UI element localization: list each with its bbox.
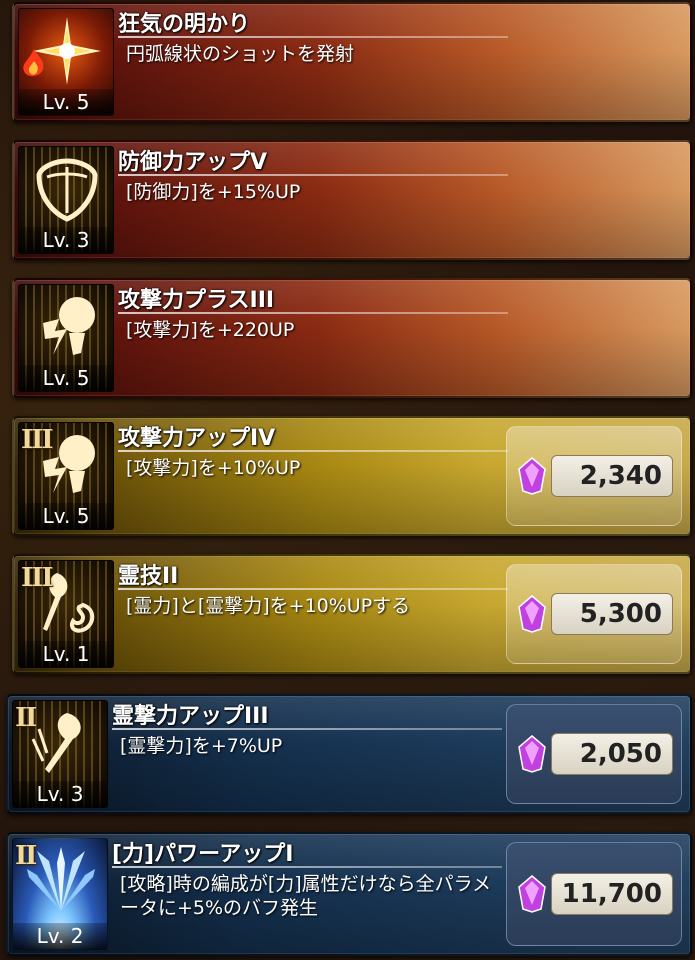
skill-card-0[interactable]: Lv. 5 狂気の明かり 円弧線状のショットを発射 <box>12 2 692 122</box>
skill-description: [霊力]と[霊撃力]を+10%UPする <box>126 595 411 617</box>
shield-icon <box>36 158 98 222</box>
skill-description: [攻撃力]を+220UP <box>126 319 295 341</box>
skill-description: 円弧線状のショットを発射 <box>126 43 355 65</box>
divider <box>118 36 508 38</box>
skill-icon-box: III Lv. 5 <box>18 422 114 530</box>
skill-description: [攻撃力]を+10%UP <box>126 457 301 479</box>
rank-badge: III <box>21 563 53 593</box>
skill-level: Lv. 3 <box>19 227 113 253</box>
skill-icon-box: II Lv. 2 <box>12 838 108 950</box>
cost-value: 5,300 <box>579 599 662 629</box>
gem-icon <box>518 875 546 913</box>
divider <box>118 450 508 452</box>
skill-level: Lv. 3 <box>13 781 107 807</box>
skill-card-5[interactable]: II Lv. 3 霊撃力アップIII [霊撃力]を+7%UP 2,050 <box>6 694 692 814</box>
skill-name: [力]パワーアップI <box>112 842 294 867</box>
skill-icon-box: Lv. 5 <box>18 8 114 116</box>
cost-value: 2,340 <box>579 461 662 491</box>
gem-icon <box>518 735 546 773</box>
divider <box>112 728 502 730</box>
fist-icon <box>43 297 95 355</box>
rank-badge: II <box>15 841 37 871</box>
cost-value: 2,050 <box>579 739 662 769</box>
skill-level: Lv. 1 <box>19 641 113 667</box>
cost-panel[interactable]: 2,340 <box>506 426 682 526</box>
divider <box>118 588 508 590</box>
gem-icon <box>518 595 546 633</box>
skill-icon-box: II Lv. 3 <box>12 700 108 808</box>
gem-icon <box>518 457 546 495</box>
rank-badge: III <box>21 425 53 455</box>
skill-level: Lv. 5 <box>19 503 113 529</box>
skill-name: 攻撃力プラスIII <box>118 288 275 313</box>
spirit-flame-icon <box>31 713 81 773</box>
cost-panel[interactable]: 11,700 <box>506 842 682 946</box>
cost-panel[interactable]: 2,050 <box>506 704 682 804</box>
skill-name: 攻撃力アップIV <box>118 426 276 451</box>
skill-description: [防御力]を+15%UP <box>126 181 301 203</box>
skill-name: 防御力アップV <box>118 150 268 175</box>
cost-value: 11,700 <box>561 879 662 909</box>
skill-icon-box: III Lv. 1 <box>18 560 114 668</box>
skill-icon-box: Lv. 3 <box>18 146 114 254</box>
skill-name: 狂気の明かり <box>118 12 251 37</box>
skill-level: Lv. 2 <box>13 923 107 949</box>
skill-card-4[interactable]: III Lv. 1 霊技II [霊力]と[霊撃力]を+10%UPする 5,300 <box>12 554 692 674</box>
skill-name: 霊撃力アップIII <box>112 704 269 729</box>
skill-icon-box: Lv. 5 <box>18 284 114 392</box>
skill-description: [霊撃力]を+7%UP <box>120 735 283 757</box>
skill-level: Lv. 5 <box>19 89 113 115</box>
skill-card-2[interactable]: Lv. 5 攻撃力プラスIII [攻撃力]を+220UP <box>12 278 692 398</box>
rank-badge: II <box>15 703 37 733</box>
skill-name: 霊技II <box>118 564 179 589</box>
skill-card-3[interactable]: III Lv. 5 攻撃力アップIV [攻撃力]を+10%UP 2,340 <box>12 416 692 536</box>
skill-description: [攻略]時の編成が[力]属性だけなら全パラメータに+5%のバフ発生 <box>120 873 492 919</box>
skill-card-1[interactable]: Lv. 3 防御力アップV [防御力]を+15%UP <box>12 140 692 260</box>
divider <box>118 174 508 176</box>
divider <box>118 312 508 314</box>
flame-badge-icon <box>23 49 44 77</box>
skill-level: Lv. 5 <box>19 365 113 391</box>
power-burst-icon <box>27 847 95 911</box>
divider <box>112 866 502 868</box>
cost-panel[interactable]: 5,300 <box>506 564 682 664</box>
skill-card-6[interactable]: II Lv. 2 [力]パワーアップI [攻略]時の編成が[力]属性だけなら全パ… <box>6 832 692 956</box>
